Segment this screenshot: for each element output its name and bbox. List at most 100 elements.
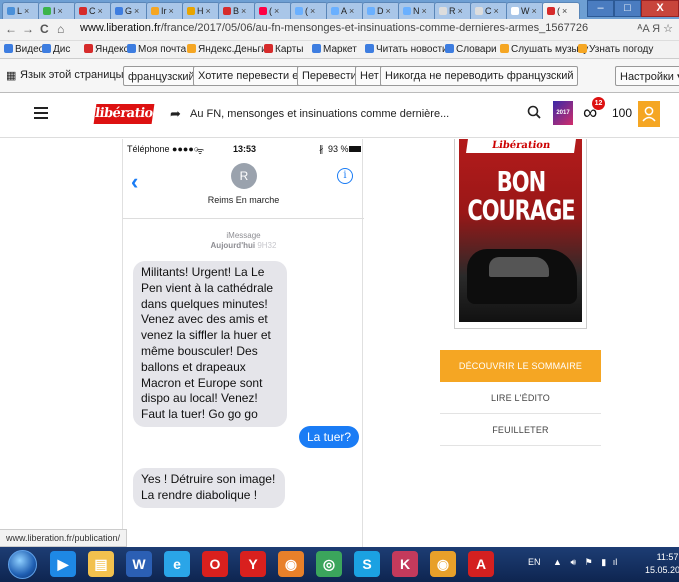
signal-icon[interactable]: ıl bbox=[613, 557, 618, 567]
close-window-button[interactable]: X bbox=[641, 0, 679, 17]
taskbar-opera-icon[interactable]: O bbox=[202, 551, 228, 577]
taskbar-skype-icon[interactable]: S bbox=[354, 551, 380, 577]
bookmark-item[interactable]: Узнать погоду bbox=[578, 44, 653, 55]
browser-tab[interactable]: N × bbox=[398, 2, 436, 19]
clock[interactable]: 11:57 15.05.2017 bbox=[645, 551, 679, 577]
tab-close-icon[interactable]: × bbox=[206, 6, 211, 16]
tab-close-icon[interactable]: × bbox=[134, 6, 139, 16]
browser-tab[interactable]: A × bbox=[326, 2, 364, 19]
chevron-left-icon[interactable]: ‹ bbox=[131, 169, 138, 195]
bookmark-item[interactable]: Яндекс bbox=[84, 44, 129, 55]
back-arrow-icon[interactable]: ← bbox=[5, 22, 17, 36]
network-icon[interactable]: ▮ bbox=[601, 557, 606, 567]
imessage-screenshot: Téléphone ●●●●○ ᯤ 13:53 ∦ 93 % ‹ R Reims… bbox=[122, 139, 364, 547]
bookmark-item[interactable]: Яндекс.Деньги bbox=[187, 44, 267, 55]
bookmark-item[interactable]: Дис bbox=[42, 44, 70, 55]
tray-arrow-icon[interactable]: ▲ bbox=[553, 557, 562, 567]
bookmark-item[interactable]: Словари bbox=[445, 44, 497, 55]
newspaper-cover[interactable]: Libération BON COURAGE bbox=[454, 139, 587, 329]
browser-tab[interactable]: W × bbox=[506, 2, 544, 19]
tab-close-icon[interactable]: × bbox=[169, 6, 174, 16]
browser-tab[interactable]: (× bbox=[254, 2, 292, 19]
bookmark-item[interactable]: Маркет bbox=[312, 44, 357, 55]
election-badge[interactable]: 2017 bbox=[553, 101, 573, 125]
avatar[interactable]: R bbox=[231, 163, 257, 189]
reload-icon[interactable]: C bbox=[40, 22, 49, 36]
tab-favicon-icon bbox=[439, 7, 447, 15]
read-editorial-link[interactable]: LIRE L'ÉDITO bbox=[440, 382, 601, 414]
forward-arrow-icon[interactable]: → bbox=[22, 22, 34, 36]
browser-tab[interactable]: R × bbox=[434, 2, 472, 19]
tab-favicon-icon bbox=[115, 7, 123, 15]
taskbar-ie-icon[interactable]: e bbox=[164, 551, 190, 577]
taskbar-firefox-icon[interactable]: ◉ bbox=[278, 551, 304, 577]
tab-close-icon[interactable]: × bbox=[241, 6, 246, 16]
discover-summary-button[interactable]: DÉCOUVRIR LE SOMMAIRE bbox=[440, 350, 601, 382]
tab-close-icon[interactable]: × bbox=[24, 6, 29, 16]
tab-close-icon[interactable]: × bbox=[386, 6, 391, 16]
bookmark-item[interactable]: Читать новости bbox=[365, 44, 448, 55]
address-actions[interactable]: ᴬA Я ☆ bbox=[637, 22, 673, 35]
maximize-button[interactable]: □ bbox=[614, 0, 641, 17]
taskbar-explorer-icon[interactable]: ▤ bbox=[88, 551, 114, 577]
tab-close-icon[interactable]: × bbox=[310, 6, 315, 16]
minimize-button[interactable]: – bbox=[587, 0, 614, 17]
start-button[interactable] bbox=[8, 550, 37, 579]
taskbar-acrobat-icon[interactable]: A bbox=[468, 551, 494, 577]
language-indicator[interactable]: EN bbox=[528, 557, 541, 567]
bookmark-item[interactable]: Слушать музыку bbox=[500, 44, 588, 55]
browse-edition-link[interactable]: FEUILLETER bbox=[440, 414, 601, 446]
counter-100[interactable]: 100 bbox=[612, 106, 632, 120]
never-translate-button[interactable]: Никогда не переводить французский bbox=[380, 66, 579, 86]
tab-close-icon[interactable]: × bbox=[532, 6, 537, 16]
tab-close-icon[interactable]: × bbox=[58, 6, 63, 16]
translate-settings-button[interactable]: Настройки ▾ bbox=[615, 66, 679, 86]
taskbar-yandex-icon[interactable]: Y bbox=[240, 551, 266, 577]
tab-title: N bbox=[413, 6, 420, 16]
taskbar-chrome-icon[interactable]: ◎ bbox=[316, 551, 342, 577]
menu-icon[interactable] bbox=[34, 107, 48, 119]
tab-close-icon[interactable]: × bbox=[562, 6, 567, 16]
taskbar-kaspersky-icon[interactable]: K bbox=[392, 551, 418, 577]
tab-close-icon[interactable]: × bbox=[98, 6, 103, 16]
bookmark-item[interactable]: Видео bbox=[4, 44, 44, 55]
browser-tab[interactable]: I × bbox=[38, 2, 76, 19]
tab-close-icon[interactable]: × bbox=[494, 6, 499, 16]
browser-tab[interactable]: G × bbox=[110, 2, 148, 19]
browser-tab[interactable]: C × bbox=[470, 2, 508, 19]
taskbar-media-icon[interactable]: ▶ bbox=[50, 551, 76, 577]
translate-button[interactable]: Перевести bbox=[297, 66, 362, 86]
battery-icon bbox=[349, 146, 361, 152]
user-account-button[interactable] bbox=[638, 101, 660, 127]
tab-favicon-icon bbox=[511, 7, 519, 15]
liberation-logo[interactable]: libération bbox=[93, 104, 163, 124]
user-icon bbox=[642, 106, 656, 122]
tab-close-icon[interactable]: × bbox=[458, 6, 463, 16]
tab-close-icon[interactable]: × bbox=[274, 6, 279, 16]
browser-tab[interactable]: Ir × bbox=[146, 2, 184, 19]
search-icon[interactable] bbox=[527, 105, 541, 119]
browser-tab[interactable]: C × bbox=[74, 2, 112, 19]
info-icon[interactable]: i bbox=[337, 168, 353, 184]
volume-icon[interactable]: 🔊︎ bbox=[570, 557, 576, 567]
cover-headline: BON COURAGE bbox=[467, 166, 575, 226]
tab-close-icon[interactable]: × bbox=[349, 6, 354, 16]
url-field[interactable]: www.liberation.fr/france/2017/05/06/au-f… bbox=[80, 22, 588, 34]
browser-tab[interactable]: (× bbox=[290, 2, 328, 19]
tab-close-icon[interactable]: × bbox=[422, 6, 427, 16]
bookmark-label: Читать новости bbox=[376, 44, 448, 55]
browser-tab[interactable]: D × bbox=[362, 2, 400, 19]
home-icon[interactable]: ⌂ bbox=[57, 22, 64, 36]
wifi-icon: ᯤ bbox=[196, 146, 205, 156]
bookmark-item[interactable]: Моя почта bbox=[127, 44, 186, 55]
browser-tab[interactable]: (× bbox=[542, 2, 580, 19]
bookmark-item[interactable]: Карты bbox=[264, 44, 304, 55]
taskbar-word-icon[interactable]: W bbox=[126, 551, 152, 577]
browser-tab[interactable]: L × bbox=[2, 2, 40, 19]
browser-tab[interactable]: B × bbox=[218, 2, 256, 19]
browser-tab[interactable]: H × bbox=[182, 2, 220, 19]
flag-icon[interactable]: ⚑ bbox=[585, 557, 593, 567]
clock-time: 11:57 bbox=[656, 552, 679, 562]
taskbar-chrome2-icon[interactable]: ◉ bbox=[430, 551, 456, 577]
share-icon[interactable]: ➦ bbox=[170, 106, 181, 122]
